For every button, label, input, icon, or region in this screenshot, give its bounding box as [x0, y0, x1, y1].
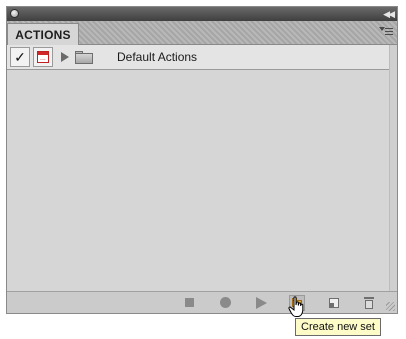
panel-menu-icon[interactable]: [379, 26, 393, 38]
expand-triangle-icon[interactable]: [61, 52, 69, 62]
dialog-icon: ...: [37, 51, 49, 63]
scrollbar[interactable]: [389, 45, 397, 292]
tab-strip: ACTIONS: [7, 21, 397, 45]
resize-grip[interactable]: [386, 302, 395, 311]
panel-bottom-bar: [7, 291, 397, 313]
hand-cursor-icon: [288, 296, 304, 317]
tooltip: Create new set: [295, 318, 381, 336]
close-icon[interactable]: [10, 9, 19, 18]
folder-icon: [75, 51, 93, 64]
action-set-label: Default Actions: [117, 50, 198, 64]
trash-icon[interactable]: [362, 296, 376, 310]
dialog-icon-dots: ...: [40, 55, 46, 62]
stop-icon[interactable]: [183, 296, 197, 310]
play-icon[interactable]: [254, 296, 268, 310]
action-set-row[interactable]: ✓ ... Default Actions: [7, 45, 389, 70]
record-icon[interactable]: [219, 296, 233, 310]
new-action-icon[interactable]: [327, 296, 341, 310]
panel-titlebar: ◀◀: [7, 7, 397, 21]
menu-line: [385, 31, 393, 32]
folder-icon-body: [75, 53, 93, 64]
actions-panel: ◀◀ ACTIONS ✓ ... Default Actions: [6, 6, 398, 314]
menu-line: [385, 34, 393, 35]
tab-actions[interactable]: ACTIONS: [7, 23, 79, 45]
toggle-item-checkbox[interactable]: ✓: [10, 47, 30, 67]
collapse-icon[interactable]: ◀◀: [383, 8, 395, 20]
toggle-dialog-button[interactable]: ...: [33, 47, 53, 67]
menu-line: [385, 28, 393, 29]
